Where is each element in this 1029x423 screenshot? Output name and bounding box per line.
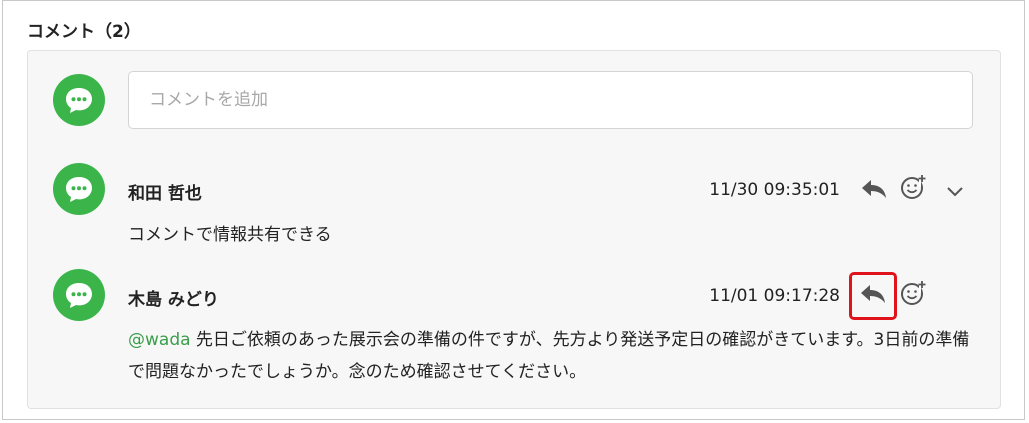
add-reaction-icon xyxy=(900,173,928,205)
commenter-avatar xyxy=(53,163,105,215)
comment-body: 先日ご依頼のあった展示会の準備の件ですが、先方より発送予定日の確認がきています。… xyxy=(128,330,970,382)
comment-timestamp: 11/30 09:35:01 xyxy=(709,180,840,200)
comments-frame: コメント（2） コメントを追加 和田 哲也 11/30 09:35:01 コメン… xyxy=(2,0,1025,420)
reply-button[interactable] xyxy=(859,176,889,206)
section-title: コメント（2） xyxy=(27,22,141,42)
comments-panel: 和田 哲也 11/30 09:35:01 xyxy=(27,50,1001,409)
user-mention[interactable]: @wada xyxy=(128,330,191,350)
comment-input[interactable] xyxy=(128,71,973,129)
add-reaction-icon xyxy=(900,279,928,311)
commenter-avatar xyxy=(53,269,105,321)
reply-icon xyxy=(860,283,886,309)
chat-bubble-icon xyxy=(64,86,94,114)
chat-bubble-icon xyxy=(64,175,94,203)
add-reaction-button[interactable] xyxy=(899,280,929,310)
comment-author: 木島 みどり xyxy=(128,290,219,310)
more-options-button[interactable] xyxy=(940,176,970,206)
composer-avatar xyxy=(53,74,105,126)
add-reaction-button[interactable] xyxy=(899,174,929,204)
reply-icon xyxy=(861,178,887,204)
chat-bubble-icon xyxy=(64,281,94,309)
reply-button[interactable] xyxy=(858,281,888,311)
chevron-down-icon xyxy=(946,182,964,201)
comment-text: コメントで情報共有できる xyxy=(128,225,332,245)
comment-author: 和田 哲也 xyxy=(128,184,202,204)
comment-timestamp: 11/01 09:17:28 xyxy=(709,286,840,306)
comment-text: @wada 先日ご依頼のあった展示会の準備の件ですが、先方より発送予定日の確認が… xyxy=(128,324,973,388)
